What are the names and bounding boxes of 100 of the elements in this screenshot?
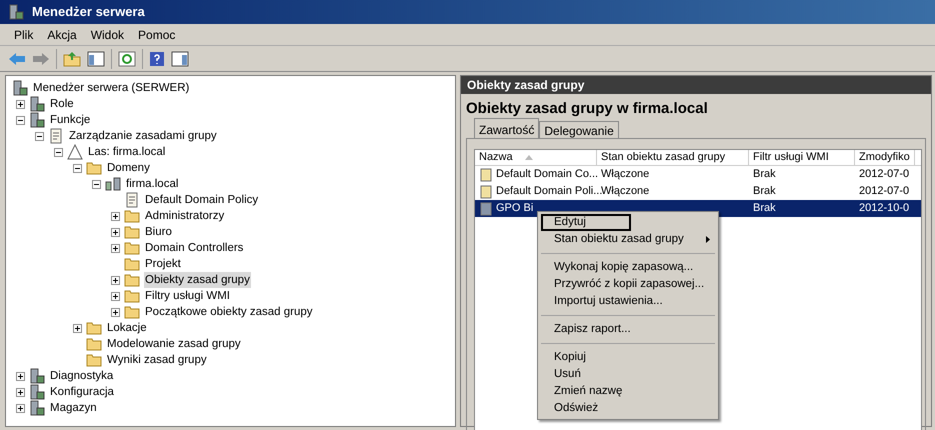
scroll-icon: [48, 128, 64, 144]
server-icon: [29, 96, 45, 112]
expand-icon[interactable]: [111, 308, 120, 316]
expand-icon[interactable]: [111, 244, 120, 252]
menu-item[interactable]: Wykonaj kopię zapasową...: [541, 259, 718, 276]
menu-item[interactable]: Usuń: [541, 366, 718, 383]
collapse-icon[interactable]: [73, 164, 82, 172]
menu-item[interactable]: Kopiuj: [541, 349, 718, 366]
tree-item[interactable]: Biuro: [144, 224, 173, 240]
tree-item[interactable]: Projekt: [144, 256, 182, 272]
collapse-icon[interactable]: [92, 180, 101, 188]
folder-icon: [86, 320, 102, 336]
window-title: Menedżer serwera: [32, 3, 145, 22]
menu-item[interactable]: Akcja: [47, 26, 77, 44]
tree-item[interactable]: Lokacje: [106, 320, 148, 336]
expand-icon[interactable]: [16, 404, 25, 412]
collapse-icon[interactable]: [54, 148, 63, 156]
server-icon: [29, 400, 45, 416]
table-cell-text: 2012-07-0: [859, 167, 910, 182]
folder-icon: [86, 352, 102, 368]
pane-icon[interactable]: [171, 50, 189, 66]
menu-item[interactable]: Edytuj: [541, 214, 631, 231]
tree-item[interactable]: Diagnostyka: [49, 368, 114, 384]
folder-icon: [124, 256, 140, 272]
tree-item[interactable]: Administratorzy: [144, 208, 226, 224]
expand-icon[interactable]: [16, 100, 25, 108]
menu-item[interactable]: Plik: [14, 26, 34, 44]
tree-item[interactable]: Funkcje: [49, 112, 92, 128]
collapse-icon[interactable]: [16, 116, 25, 124]
tree-item[interactable]: Wyniki zasad grupy: [106, 352, 208, 368]
menu-item[interactable]: Pomoc: [138, 26, 176, 44]
tab[interactable]: Zawartość: [474, 118, 540, 138]
tree-item[interactable]: Filtry usługi WMI: [144, 288, 231, 304]
tree-item[interactable]: Początkowe obiekty zasad grupy: [144, 304, 314, 320]
menu-item[interactable]: Odśwież: [541, 400, 718, 417]
refresh-icon[interactable]: [118, 50, 136, 66]
column-header[interactable]: Nazwa: [475, 150, 597, 165]
tree-item[interactable]: Domain Controllers: [144, 240, 244, 256]
folder-icon: [124, 224, 140, 240]
server-icon: [12, 80, 28, 96]
table-cell-text: Default Domain Poli...: [496, 184, 602, 200]
tree-item[interactable]: Menedżer serwera (SERWER): [32, 80, 190, 96]
folder-icon: [86, 336, 102, 352]
scroll-icon: [479, 202, 493, 216]
menu-item[interactable]: Zmień nazwę: [541, 383, 718, 400]
tree-item[interactable]: firma.local: [125, 176, 180, 192]
pane-icon[interactable]: [87, 50, 105, 66]
server-icon: [29, 368, 45, 384]
server-icon: [29, 112, 45, 128]
tree-item[interactable]: Role: [49, 96, 75, 112]
menu-item[interactable]: Stan obiektu zasad grupy: [541, 231, 718, 248]
menu-item[interactable]: Widok: [90, 26, 124, 44]
help-icon[interactable]: [149, 50, 165, 66]
tab[interactable]: Delegowanie: [539, 121, 619, 138]
column-header[interactable]: Stan obiektu zasad grupy: [597, 150, 749, 165]
expand-icon[interactable]: [111, 228, 120, 236]
table-row[interactable]: Default Domain Co... Włączone Brak 2012-07-0: [475, 166, 921, 183]
pane-title: Obiekty zasad grupy w firma.local: [466, 99, 709, 118]
server-icon: [8, 4, 24, 20]
column-header[interactable]: Filtr usługi WMI: [749, 150, 855, 165]
table-cell-text: 2012-10-0: [859, 201, 910, 216]
folder-icon: [124, 304, 140, 320]
table-cell-text: GPO Bi: [496, 201, 534, 216]
tree-item[interactable]: Las: firma.local: [87, 144, 166, 160]
tree-item[interactable]: Modelowanie zasad grupy: [106, 336, 242, 352]
table-cell-text: Brak: [753, 201, 776, 216]
table-cell-text: Default Domain Co...: [496, 167, 598, 182]
expand-icon[interactable]: [111, 212, 120, 220]
table-row[interactable]: Default Domain Poli...Włączone Brak 2012-07-0: [475, 183, 921, 200]
tree-item[interactable]: Zarządzanie zasadami grupy: [68, 128, 218, 144]
table-cell-text: Brak: [753, 184, 776, 200]
scroll-icon: [124, 192, 140, 208]
server-icon: [29, 384, 45, 400]
tree-item[interactable]: Domeny: [106, 160, 151, 176]
menu-item[interactable]: Importuj ustawienia...: [541, 293, 718, 310]
table-cell-text: Włączone: [601, 167, 650, 182]
expand-icon[interactable]: [16, 388, 25, 396]
tree-item[interactable]: Konfiguracja: [49, 384, 115, 400]
column-header[interactable]: Zmodyfiko: [855, 150, 915, 165]
tree-item[interactable]: Obiekty zasad grupy: [144, 272, 251, 288]
table-cell-text: 2012-07-0: [859, 184, 910, 200]
pane-header: Obiekty zasad grupy: [461, 76, 931, 94]
triangle-icon: [67, 144, 83, 160]
expand-icon[interactable]: [73, 324, 82, 332]
scroll-icon: [479, 168, 493, 182]
folder-icon: [124, 272, 140, 288]
network-icon: [105, 176, 121, 192]
scroll-icon: [479, 184, 493, 198]
expand-icon[interactable]: [111, 292, 120, 300]
folder-icon: [86, 160, 102, 176]
menu-item[interactable]: Zapisz raport...: [541, 321, 718, 338]
submenu-arrow-icon: [706, 236, 710, 243]
tree-item[interactable]: Magazyn: [49, 400, 98, 416]
expand-icon[interactable]: [16, 372, 25, 380]
menu-item[interactable]: Przywróć z kopii zapasowej...: [541, 276, 718, 293]
expand-icon[interactable]: [111, 276, 120, 284]
folder-icon: [124, 288, 140, 304]
tree-item[interactable]: Default Domain Policy: [144, 192, 260, 208]
table-cell-text: Brak: [753, 167, 776, 182]
collapse-icon[interactable]: [35, 132, 44, 140]
